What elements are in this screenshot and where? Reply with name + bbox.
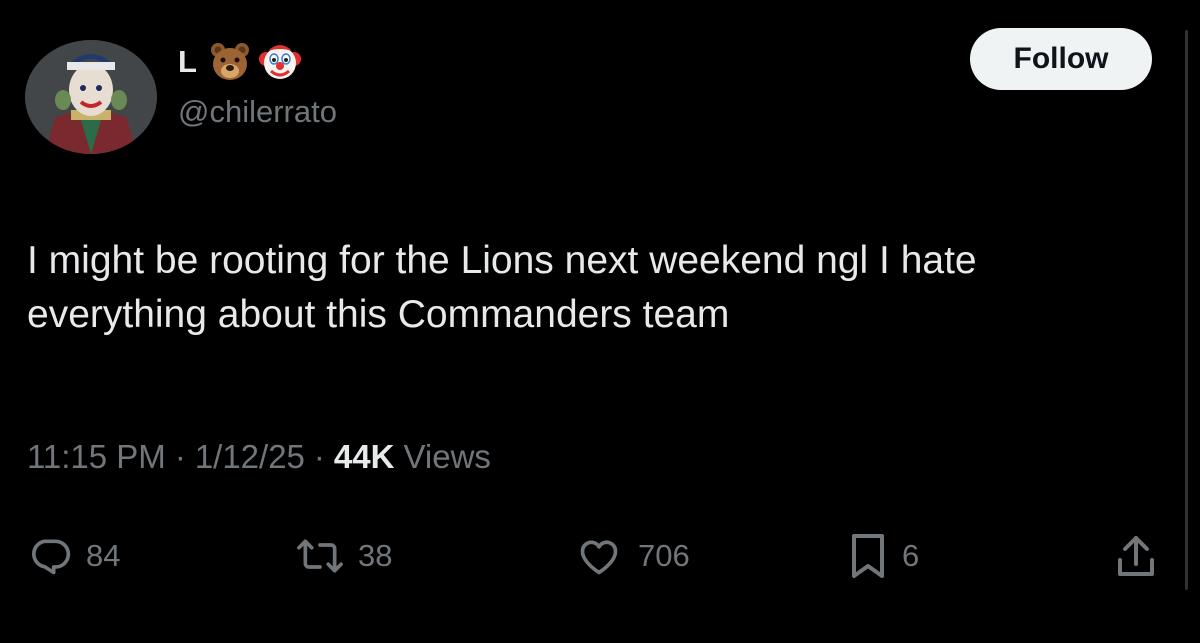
meta-separator: · — [174, 438, 186, 475]
like-button[interactable]: 706 — [574, 530, 690, 582]
share-button[interactable] — [1114, 530, 1158, 582]
tweet-time[interactable]: 11:15 PM — [27, 438, 166, 476]
avatar[interactable] — [25, 40, 157, 154]
repost-count: 38 — [358, 538, 393, 573]
bookmark-count: 6 — [902, 538, 920, 573]
repost-icon — [297, 539, 343, 573]
scrollbar[interactable] — [1185, 30, 1188, 590]
bear-face-emoji — [209, 41, 251, 83]
author-name-row[interactable]: L — [178, 38, 301, 86]
like-count: 706 — [638, 538, 690, 573]
repost-button[interactable]: 38 — [296, 530, 392, 582]
bookmark-icon — [852, 534, 884, 578]
views-count[interactable]: 44K — [334, 438, 395, 476]
author-display-name[interactable]: L — [178, 44, 197, 80]
heart-icon — [580, 540, 618, 575]
share-icon — [1118, 536, 1154, 576]
follow-button[interactable]: Follow — [970, 28, 1152, 90]
reply-icon — [32, 539, 71, 575]
tweet-text: I might be rooting for the Lions next we… — [27, 239, 977, 336]
author-handle[interactable]: @chilerrato — [178, 94, 337, 130]
tweet-metadata: 11:15 PM · 1/12/25 · 44K Views — [27, 438, 491, 476]
meta-separator: · — [313, 438, 325, 475]
views-label[interactable]: Views — [403, 438, 490, 476]
reply-button[interactable]: 84 — [28, 530, 120, 582]
tweet-date[interactable]: 1/12/25 — [195, 438, 305, 476]
avatar-image — [25, 40, 157, 154]
clown-face-emoji — [258, 41, 301, 83]
bookmark-button[interactable]: 6 — [848, 530, 919, 582]
reply-count: 84 — [86, 538, 121, 573]
